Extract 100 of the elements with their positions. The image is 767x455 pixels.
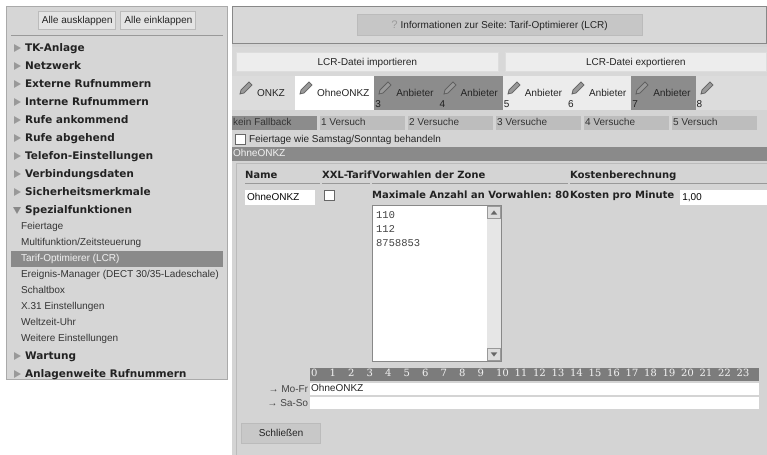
tab-label: Anbieter	[396, 88, 434, 99]
sidebar-button[interactable]: Alle ausklappen	[38, 11, 116, 30]
column-header: Vorwahlen der Zone	[372, 170, 568, 184]
collapsed-triangle-icon	[13, 370, 21, 378]
nav-group-label: Verbindungsdaten	[25, 168, 134, 180]
nav-group-label: Telefon-Einstellungen	[25, 150, 154, 162]
fallback-option[interactable]: 2 Versuche	[408, 116, 493, 130]
nav-group-label: Netzwerk	[25, 60, 82, 72]
hour-label: 9	[476, 368, 485, 381]
help-icon: ?	[391, 19, 398, 31]
nav-item[interactable]: Ereignis-Manager (DECT 30/35-Ladeschale)	[11, 267, 223, 283]
collapsed-triangle-icon	[13, 152, 21, 160]
tab-label: ONKZ	[257, 88, 285, 99]
hour-label: 0	[310, 368, 318, 381]
nav-group[interactable]: Anlagenweite Rufnummern	[7, 365, 227, 383]
nav-item[interactable]: Multifunktion/Zeitsteuerung	[11, 235, 223, 251]
hour-label: 3	[366, 368, 374, 381]
fallback-option[interactable]: kein Fallback	[232, 116, 317, 130]
nav-group[interactable]: Wartung	[7, 347, 227, 365]
nav-group[interactable]: Spezialfunktionen	[7, 201, 227, 219]
collapsed-triangle-icon	[13, 80, 21, 88]
nav-item[interactable]: Weitere Einstellungen	[11, 331, 223, 347]
cost-field[interactable]: 1,00	[680, 190, 767, 205]
provider-tab[interactable]: OhneONKZ	[295, 76, 374, 110]
hour-label: 1	[328, 368, 337, 381]
scrollbar[interactable]	[487, 206, 501, 361]
provider-tab[interactable]: Anbieter 5	[502, 76, 567, 110]
collapsed-triangle-icon	[13, 188, 21, 196]
fallback-option[interactable]: 5 Versuch	[672, 116, 757, 130]
provider-tab[interactable]: Anbieter 7	[631, 76, 696, 110]
tab-number: 6	[568, 99, 574, 110]
collapsed-triangle-icon	[13, 116, 21, 124]
tab-label: OhneONKZ	[317, 88, 370, 99]
pencil-icon	[698, 81, 714, 96]
collapsed-triangle-icon	[13, 44, 21, 52]
hour-label: 13	[550, 368, 566, 381]
collapsed-triangle-icon	[13, 134, 21, 142]
sidebar-button[interactable]: Alle einklappen	[120, 11, 196, 30]
nav-group-label: Rufe ankommend	[25, 114, 128, 126]
nav-group[interactable]: TK-Anlage	[7, 39, 227, 57]
pencil-icon	[634, 81, 650, 96]
checkbox[interactable]	[235, 134, 246, 145]
nav-group-label: Externe Rufnummern	[25, 78, 152, 90]
provider-tab[interactable]: Anbieter 6	[567, 76, 632, 110]
nav-group-label: Rufe abgehend	[25, 132, 115, 144]
checkbox[interactable]	[324, 190, 335, 201]
fallback-option[interactable]: 4 Versuche	[584, 116, 669, 130]
tab-number: 4	[440, 99, 446, 110]
tab-number: 8	[696, 99, 702, 110]
day-label: → Sa-So	[266, 398, 308, 408]
prefix-entry: 110	[376, 209, 396, 223]
nav-item[interactable]: Weltzeit-Uhr	[11, 315, 223, 331]
nav-group[interactable]: Rufe ankommend	[7, 111, 227, 129]
name-field[interactable]: OhneONKZ	[245, 190, 315, 205]
expanded-triangle-icon	[13, 206, 21, 214]
nav-group[interactable]: Sicherheitsmerkmale	[7, 183, 227, 201]
hour-label: 6	[421, 368, 430, 381]
file-button[interactable]: LCR-Datei importieren	[236, 52, 498, 72]
pencil-icon	[506, 81, 521, 96]
nav-item[interactable]: X.31 Einstellungen	[11, 299, 223, 315]
hour-label: 4	[384, 368, 392, 381]
nav-group[interactable]: Externe Rufnummern	[7, 75, 227, 93]
provider-tab[interactable]: Anbieter 3	[374, 76, 438, 110]
provider-tab[interactable]: Anbieter 4	[438, 76, 503, 110]
nav-group[interactable]: Interne Rufnummern	[7, 93, 227, 111]
info-button[interactable]: ? Informationen zur Seite: Tarif-Optimierer (LCR)	[356, 14, 642, 36]
tab-number: 5	[504, 99, 510, 110]
scroll-down-icon[interactable]	[487, 348, 501, 361]
prefix-list-field[interactable]: 110 112 8758853	[372, 205, 502, 362]
hour-label: 16	[606, 368, 621, 381]
fallback-option[interactable]: 3 Versuche	[496, 116, 581, 130]
nav-group-label: Spezialfunktionen	[25, 204, 132, 216]
nav-group[interactable]: Rufe abgehend	[7, 129, 227, 147]
nav-group-label: Wartung	[25, 350, 76, 362]
file-button[interactable]: LCR-Datei exportieren	[504, 52, 767, 72]
nav-group-label: Interne Rufnummern	[25, 96, 149, 108]
close-button[interactable]: Schließen	[241, 423, 321, 444]
nav-item[interactable]: Schaltbox	[11, 283, 223, 299]
checkbox-label: Feiertage wie Samstag/Sonntag behandeln	[249, 134, 441, 145]
column-header: XXL-Tarif	[322, 170, 370, 184]
tab-label: Anbieter	[653, 88, 690, 99]
nav-item[interactable]: Feiertage	[11, 219, 223, 235]
hour-label: 2	[347, 368, 356, 381]
hour-label: 20	[680, 368, 695, 381]
scroll-up-icon[interactable]	[487, 206, 501, 219]
pencil-icon	[298, 81, 313, 96]
collapsed-triangle-icon	[13, 98, 21, 106]
nav-group[interactable]: Netzwerk	[7, 57, 227, 75]
fallback-option[interactable]: 1 Versuch	[320, 116, 405, 130]
day-label: → Mo-Fr	[268, 384, 308, 394]
nav-group[interactable]: Telefon-Einstellungen	[7, 147, 227, 165]
hour-label: 10	[495, 368, 510, 381]
collapsed-triangle-icon	[13, 352, 21, 360]
hour-label: 12	[532, 368, 547, 381]
nav-group-label: Anlagenweite Rufnummern	[25, 368, 186, 380]
nav-group[interactable]: Verbindungsdaten	[7, 165, 227, 183]
schedule-bar[interactable]: OhneONKZ	[310, 383, 759, 395]
cost-label: Kosten pro Minute	[570, 190, 674, 201]
hour-label: 8	[458, 368, 466, 381]
hour-label: 18	[643, 368, 658, 381]
